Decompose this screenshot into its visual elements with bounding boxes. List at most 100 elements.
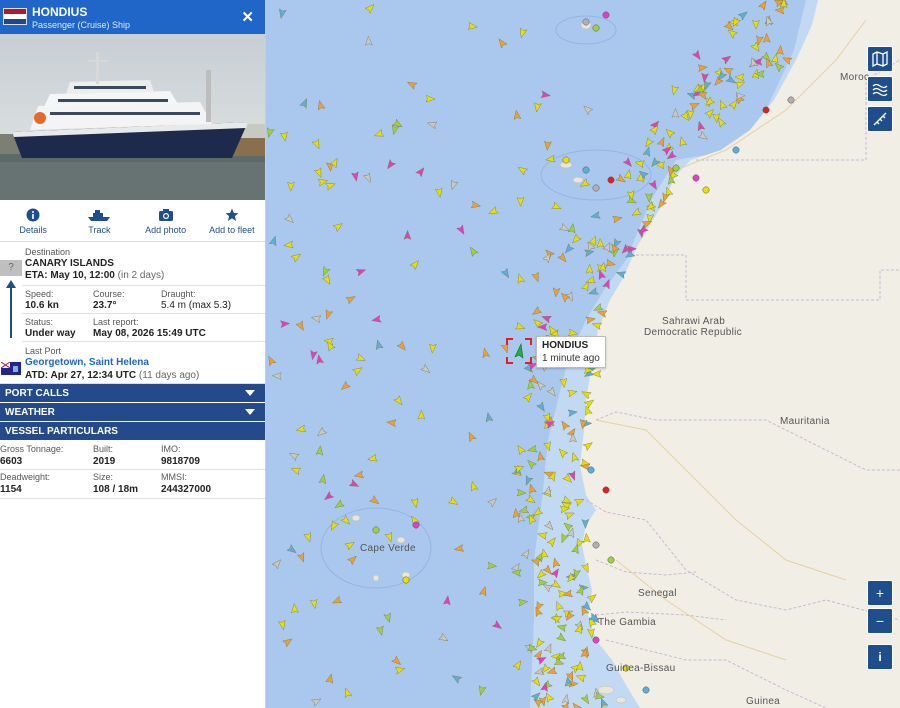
unknown-port-flag-icon: ? — [0, 260, 22, 276]
port-calls-section[interactable]: PORT CALLS — [0, 384, 265, 403]
map-label-senegal: Senegal — [638, 588, 677, 599]
built-label: Built: — [93, 444, 114, 454]
status-label: Status: — [25, 317, 54, 327]
draught-value: 5.4 m (max 5.3) — [161, 300, 232, 311]
deadweight-value: 1154 — [0, 484, 22, 495]
last-port-city[interactable]: Georgetown, — [25, 357, 86, 368]
imo-value: 9818709 — [161, 456, 200, 467]
anchored-vessel-marker[interactable] — [607, 176, 615, 184]
anchored-vessel-marker[interactable] — [642, 686, 650, 694]
draught-label: Draught: — [161, 289, 196, 299]
anchored-vessel-marker[interactable] — [587, 466, 595, 474]
anchored-vessel-marker[interactable] — [372, 526, 380, 534]
anchored-vessel-marker[interactable] — [702, 186, 710, 194]
anchored-vessel-marker[interactable] — [762, 106, 770, 114]
camera-icon — [158, 208, 173, 221]
chevron-down-icon — [245, 390, 255, 396]
anchored-vessel-marker[interactable] — [592, 636, 600, 644]
vessel-particulars: Gross Tonnage: 6603 Built: 2019 IMO: 981… — [0, 441, 265, 499]
details-button[interactable]: Details — [0, 200, 66, 241]
chevron-down-icon — [245, 409, 255, 415]
add-to-fleet-label: Add to fleet — [209, 224, 255, 235]
vessel-type: Passenger (Cruise) Ship — [32, 20, 131, 30]
destination-label: Destination — [25, 247, 71, 257]
destination-value: CANARY ISLANDS — [25, 258, 114, 269]
track-button[interactable]: Track — [66, 200, 132, 241]
atd-note: (11 days ago) — [138, 370, 200, 381]
close-icon[interactable]: ✕ — [241, 8, 254, 26]
vessel-info-panel: HONDIUS Passenger (Cruise) Ship ✕ Detail… — [0, 0, 266, 708]
mmsi-label: MMSI: — [161, 472, 187, 482]
divider — [22, 341, 265, 342]
map-layers-button[interactable] — [867, 46, 893, 72]
anchored-vessel-marker[interactable] — [602, 11, 610, 19]
zoom-in-button[interactable]: + — [867, 580, 893, 606]
info-icon — [26, 208, 40, 221]
anchored-vessel-marker[interactable] — [607, 556, 615, 564]
deadweight-label: Deadweight: — [0, 472, 51, 482]
eta-note: (in 2 days) — [117, 270, 165, 281]
vessel-header: HONDIUS Passenger (Cruise) Ship ✕ — [0, 0, 265, 34]
anchored-vessel-marker[interactable] — [402, 576, 410, 584]
map-label-guinea-bissau: Guinea-Bissau — [606, 663, 676, 674]
anchored-vessel-marker[interactable] — [562, 156, 570, 164]
divider — [0, 469, 265, 470]
atd: ATD: Apr 27, 12:34 UTC (11 days ago) — [25, 370, 199, 381]
imo-label: IMO: — [161, 444, 181, 454]
last-port-label: Last Port — [25, 346, 62, 356]
built-value: 2019 — [93, 456, 116, 467]
anchored-vessel-marker[interactable] — [592, 541, 600, 549]
vessel-name: HONDIUS — [32, 5, 88, 19]
anchored-vessel-marker[interactable] — [692, 174, 700, 182]
add-to-fleet-button[interactable]: Add to fleet — [199, 200, 265, 241]
vessel-photo[interactable] — [0, 34, 265, 200]
status-value: Under way — [25, 328, 76, 339]
divider — [0, 498, 265, 499]
map-label-morocco: Moroc — [840, 72, 870, 83]
last-port-country[interactable]: Saint Helena — [89, 357, 149, 368]
anchored-vessel-marker[interactable] — [732, 146, 740, 154]
add-photo-button[interactable]: Add photo — [133, 200, 199, 241]
selected-vessel-marker[interactable] — [506, 338, 532, 364]
anchored-vessel-marker[interactable] — [582, 166, 590, 174]
map-label-mauritania: Mauritania — [780, 416, 830, 427]
netherlands-flag-icon — [3, 8, 27, 25]
gross-tonnage-value: 6603 — [0, 456, 23, 467]
vessel-tooltip: HONDIUS 1 minute ago — [536, 336, 606, 368]
size-value: 108 / 18m — [93, 484, 139, 495]
voyage-info: ? Destination CANARY ISLANDS ETA: May 10… — [0, 242, 265, 384]
track-label: Track — [88, 224, 111, 235]
arrow-up-icon — [6, 280, 16, 288]
last-report-label: Last report: — [93, 317, 139, 327]
zoom-out-button[interactable]: − — [867, 608, 893, 634]
anchored-vessel-marker[interactable] — [602, 486, 610, 494]
map-info-button[interactable]: i — [867, 644, 893, 670]
size-label: Size: — [93, 472, 114, 482]
voyage-progress-line — [10, 286, 12, 338]
anchored-vessel-marker[interactable] — [592, 24, 600, 32]
map-label-guinea: Guinea — [746, 696, 781, 707]
map-label-gambia: The Gambia — [598, 617, 657, 628]
saint-helena-flag-icon — [1, 362, 21, 375]
map-label-sahrawi: Sahrawi Arab — [662, 316, 726, 327]
anchored-vessel-marker[interactable] — [672, 164, 680, 172]
vessel-particulars-section[interactable]: VESSEL PARTICULARS — [0, 422, 265, 441]
last-port-link[interactable]: Georgetown, Saint Helena — [25, 357, 149, 368]
map-icon — [872, 51, 888, 67]
last-report-value: May 08, 2026 15:49 UTC — [93, 328, 206, 339]
anchored-vessel-marker[interactable] — [582, 18, 590, 26]
weather-section[interactable]: WEATHER — [0, 403, 265, 422]
anchored-vessel-marker[interactable] — [787, 96, 795, 104]
details-label: Details — [19, 224, 47, 235]
app-root: Moroc Sahrawi Arab Democratic Republic M… — [0, 0, 900, 708]
measure-tool-button[interactable] — [867, 106, 893, 132]
eta-value: ETA: May 10, 12:00 — [25, 270, 115, 281]
weather-layer-button[interactable] — [867, 76, 893, 102]
vessel-actions: Details Track Add photo Add to fleet — [0, 200, 265, 242]
map-label-cape-verde: Cape Verde — [360, 543, 416, 554]
map-view[interactable]: Moroc Sahrawi Arab Democratic Republic M… — [266, 0, 900, 708]
speed-label: Speed: — [25, 289, 54, 299]
anchored-vessel-marker[interactable] — [592, 184, 600, 192]
anchored-vessel-marker[interactable] — [412, 521, 420, 529]
waves-icon — [872, 83, 888, 97]
